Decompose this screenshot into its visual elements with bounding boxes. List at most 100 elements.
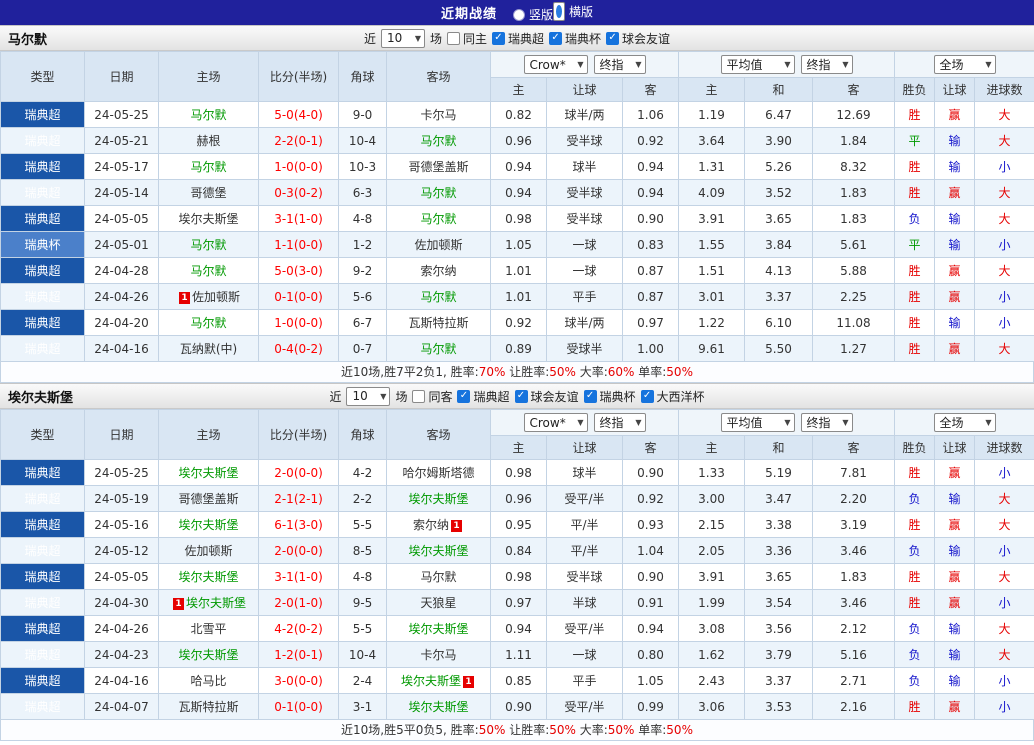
team-link[interactable]: 北雪平 bbox=[190, 622, 226, 636]
team-link[interactable]: 赫根 bbox=[196, 134, 220, 148]
team-link[interactable]: 埃尔夫斯堡 bbox=[408, 492, 468, 506]
score-link[interactable]: 2-2(0-1) bbox=[274, 134, 323, 148]
score-link[interactable]: 2-0(0-0) bbox=[274, 544, 323, 558]
team-link[interactable]: 马尔默 bbox=[190, 316, 226, 330]
asia-odds-time-select[interactable]: 终指 ▼ bbox=[593, 413, 646, 432]
asia-away-odds-cell: 1.04 bbox=[622, 537, 679, 564]
team-link[interactable]: 马尔默 bbox=[420, 186, 456, 200]
score-link[interactable]: 3-0(0-0) bbox=[274, 674, 323, 688]
team-link[interactable]: 瓦斯特拉斯 bbox=[408, 316, 468, 330]
radio-selected-icon[interactable] bbox=[553, 1, 565, 21]
team-link[interactable]: 索尔纳 bbox=[420, 264, 456, 278]
recent-count-select[interactable]: 10 ▼ bbox=[380, 28, 425, 48]
filter-checkbox-0-2[interactable]: ✓ 瑞典杯 bbox=[549, 30, 601, 47]
team-link[interactable]: 佐加顿斯 bbox=[192, 290, 240, 304]
match-scope-select[interactable]: 全场 ▼ bbox=[933, 413, 996, 432]
score-link[interactable]: 4-2(0-2) bbox=[274, 622, 323, 636]
score-link[interactable]: 5-0(4-0) bbox=[274, 108, 323, 122]
team-link[interactable]: 马尔默 bbox=[420, 290, 456, 304]
bookmaker-select[interactable]: Crow* ▼ bbox=[523, 55, 588, 74]
filter-checkbox-0-0[interactable]: 同主 bbox=[446, 30, 487, 47]
euro-average-select[interactable]: 平均值 ▼ bbox=[720, 55, 795, 74]
team-link[interactable]: 埃尔夫斯堡 bbox=[408, 622, 468, 636]
score-link[interactable]: 3-1(1-0) bbox=[274, 570, 323, 584]
team-link[interactable]: 哥德堡 bbox=[190, 186, 226, 200]
away-team-cell: 埃尔夫斯堡 bbox=[386, 615, 491, 642]
checkbox-checked-icon[interactable]: ✓ bbox=[583, 389, 597, 403]
team-link[interactable]: 瓦斯特拉斯 bbox=[178, 700, 238, 714]
team-link[interactable]: 卡尔马 bbox=[420, 108, 456, 122]
score-link[interactable]: 5-0(3-0) bbox=[274, 264, 323, 278]
bookmaker-select[interactable]: Crow* ▼ bbox=[523, 413, 588, 432]
score-link[interactable]: 0-4(0-2) bbox=[274, 342, 323, 356]
team-link[interactable]: 哈尔姆斯塔德 bbox=[402, 466, 474, 480]
score-link[interactable]: 1-1(0-0) bbox=[274, 238, 323, 252]
match-scope-select[interactable]: 全场 ▼ bbox=[933, 55, 996, 74]
team-link[interactable]: 埃尔夫斯堡 bbox=[408, 544, 468, 558]
team-link[interactable]: 埃尔夫斯堡 bbox=[178, 212, 238, 226]
filter-checkbox-1-1[interactable]: ✓ 瑞典超 bbox=[457, 388, 510, 405]
checkbox-checked-icon[interactable]: ✓ bbox=[606, 31, 620, 45]
score-link[interactable]: 1-0(0-0) bbox=[274, 160, 323, 174]
team-link[interactable]: 埃尔夫斯堡 bbox=[178, 570, 238, 584]
team-link[interactable]: 马尔默 bbox=[190, 264, 226, 278]
euro-odds-time-select[interactable]: 终指 ▼ bbox=[800, 55, 853, 74]
score-link[interactable]: 3-1(1-0) bbox=[274, 212, 323, 226]
team-link[interactable]: 佐加顿斯 bbox=[184, 544, 232, 558]
team-link[interactable]: 埃尔夫斯堡 bbox=[178, 466, 238, 480]
team-link[interactable]: 埃尔夫斯堡 bbox=[186, 596, 246, 610]
score-link[interactable]: 2-0(0-0) bbox=[274, 466, 323, 480]
team-link[interactable]: 佐加顿斯 bbox=[414, 238, 462, 252]
euro-average-select[interactable]: 平均值 ▼ bbox=[720, 413, 795, 432]
euro-home-odds-cell: 1.62 bbox=[678, 641, 745, 668]
filter-checkbox-1-3[interactable]: ✓ 瑞典杯 bbox=[583, 388, 636, 405]
checkbox-checked-icon[interactable]: ✓ bbox=[457, 389, 471, 403]
score-link[interactable]: 1-2(0-1) bbox=[274, 648, 323, 662]
team-link[interactable]: 马尔默 bbox=[420, 134, 456, 148]
team-link[interactable]: 埃尔夫斯堡 bbox=[408, 700, 468, 714]
score-link[interactable]: 0-3(0-2) bbox=[274, 186, 323, 200]
asia-away-odds-cell: 0.90 bbox=[622, 205, 679, 232]
team-link[interactable]: 马尔默 bbox=[190, 238, 226, 252]
team-link[interactable]: 马尔默 bbox=[420, 342, 456, 356]
checkbox-unchecked-icon[interactable] bbox=[446, 31, 460, 45]
checkbox-checked-icon[interactable]: ✓ bbox=[514, 389, 528, 403]
team-link[interactable]: 天狼星 bbox=[420, 596, 456, 610]
layout-radio-horizontal[interactable]: 横版 bbox=[553, 1, 593, 21]
team-link[interactable]: 哥德堡盖斯 bbox=[178, 492, 238, 506]
team-link[interactable]: 埃尔夫斯堡 bbox=[401, 674, 461, 688]
score-link[interactable]: 0-1(0-0) bbox=[274, 700, 323, 714]
team-link[interactable]: 马尔默 bbox=[190, 108, 226, 122]
team-link[interactable]: 埃尔夫斯堡 bbox=[178, 648, 238, 662]
team-link[interactable]: 索尔纳 bbox=[413, 518, 449, 532]
team-link[interactable]: 卡尔马 bbox=[420, 648, 456, 662]
checkbox-checked-icon[interactable]: ✓ bbox=[549, 31, 563, 45]
score-link[interactable]: 0-1(0-0) bbox=[274, 290, 323, 304]
team-link[interactable]: 马尔默 bbox=[420, 570, 456, 584]
score-link[interactable]: 6-1(3-0) bbox=[274, 518, 323, 532]
filter-checkbox-1-4[interactable]: ✓ 大西洋杯 bbox=[640, 388, 705, 405]
checkbox-unchecked-icon[interactable] bbox=[412, 389, 426, 403]
layout-radio-vertical[interactable]: 竖版 bbox=[512, 6, 553, 23]
filter-checkbox-0-3[interactable]: ✓ 球会友谊 bbox=[606, 30, 670, 47]
radio-unselected-icon[interactable] bbox=[512, 8, 525, 21]
euro-odds-time-select[interactable]: 终指 ▼ bbox=[800, 413, 853, 432]
team-link[interactable]: 马尔默 bbox=[190, 160, 226, 174]
asia-odds-time-select[interactable]: 终指 ▼ bbox=[593, 55, 646, 74]
team-link[interactable]: 埃尔夫斯堡 bbox=[178, 518, 238, 532]
filter-checkbox-1-0[interactable]: 同客 bbox=[412, 388, 452, 405]
team-link[interactable]: 瓦纳默(中) bbox=[180, 342, 237, 356]
team-link[interactable]: 马尔默 bbox=[420, 212, 456, 226]
filter-checkbox-0-1[interactable]: ✓ 瑞典超 bbox=[492, 30, 544, 47]
summary-segment: 50% bbox=[666, 365, 693, 379]
checkbox-checked-icon[interactable]: ✓ bbox=[640, 389, 654, 403]
filter-checkbox-1-2[interactable]: ✓ 球会友谊 bbox=[514, 388, 579, 405]
checkbox-checked-icon[interactable]: ✓ bbox=[492, 31, 505, 45]
team-link[interactable]: 哈马比 bbox=[190, 674, 226, 688]
team-link[interactable]: 哥德堡盖斯 bbox=[408, 160, 468, 174]
score-link[interactable]: 2-1(2-1) bbox=[274, 492, 323, 506]
score-link[interactable]: 2-0(1-0) bbox=[274, 596, 323, 610]
recent-count-select[interactable]: 10 ▼ bbox=[346, 386, 391, 406]
score-link[interactable]: 1-0(0-0) bbox=[274, 316, 323, 330]
asia-away-odds-cell: 0.87 bbox=[622, 283, 679, 310]
